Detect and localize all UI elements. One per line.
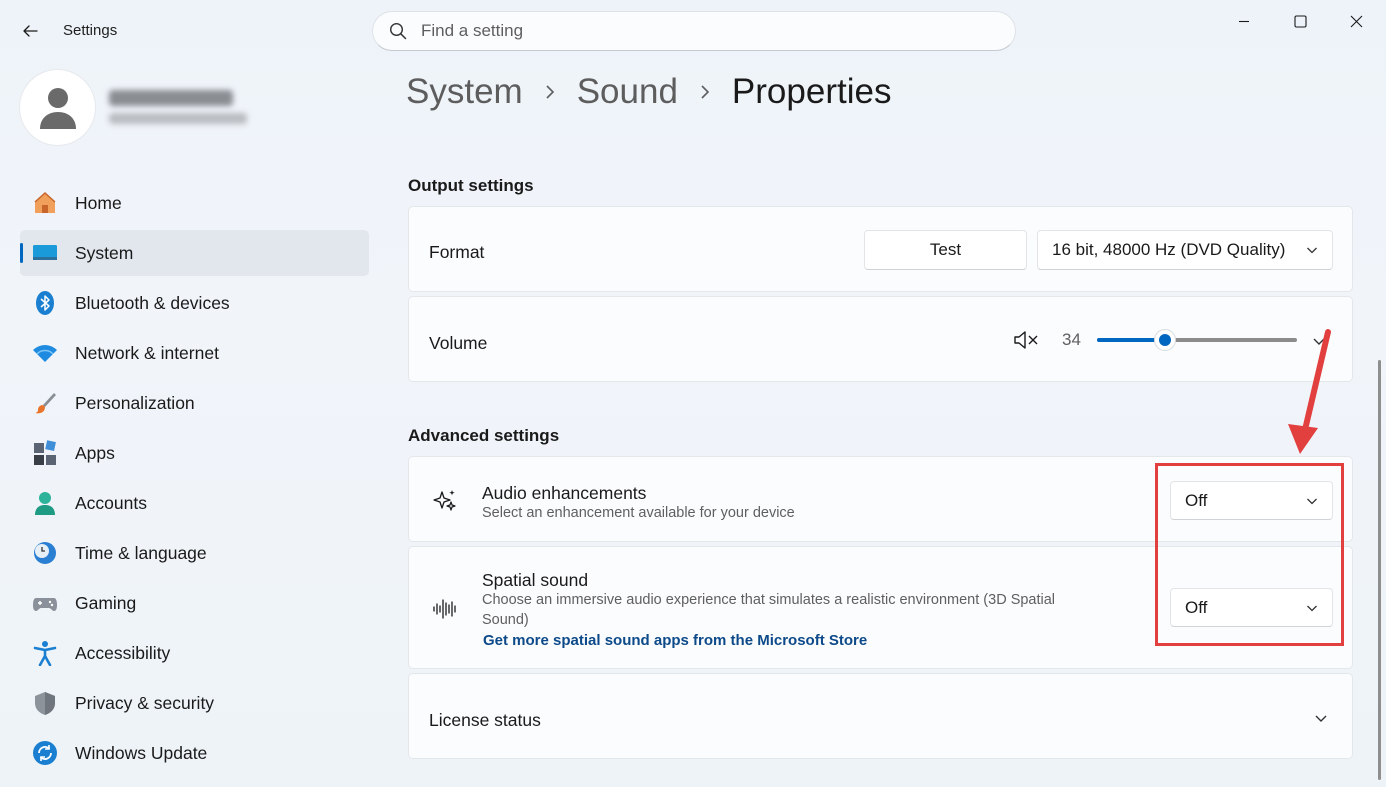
close-button[interactable]	[1334, 6, 1378, 36]
sparkle-icon	[431, 487, 459, 515]
search-input[interactable]	[421, 21, 981, 41]
audio-enhancements-card: Audio enhancements Select an enhancement…	[408, 456, 1353, 542]
sidebar-item-label: Network & internet	[75, 342, 219, 363]
sidebar-item-system[interactable]: System	[20, 230, 369, 276]
sidebar-item-home[interactable]: Home	[20, 180, 369, 226]
sidebar-item-label: Time & language	[75, 542, 207, 563]
license-status-card[interactable]: License status	[408, 673, 1353, 759]
audio-enhancements-description: Select an enhancement available for your…	[482, 505, 795, 521]
app-title: Settings	[63, 22, 118, 39]
scrollbar[interactable]	[1378, 360, 1381, 780]
test-button[interactable]: Test	[864, 230, 1027, 270]
spatial-sound-description: Choose an immersive audio experience tha…	[482, 592, 1056, 628]
sidebar-item-label: System	[75, 242, 134, 263]
format-dropdown-value: 16 bit, 48000 Hz (DVD Quality)	[1052, 240, 1286, 259]
sound-wave-icon	[431, 595, 459, 623]
sidebar-item-label: Apps	[75, 442, 115, 463]
accessibility-icon	[32, 640, 58, 666]
sidebar-item-label: Accounts	[75, 492, 147, 513]
chevron-down-icon	[1307, 498, 1317, 504]
chevron-down-icon	[1307, 247, 1317, 254]
accounts-icon	[32, 490, 58, 516]
speaker-mute-icon	[1014, 331, 1038, 349]
spatial-sound-title: Spatial sound	[482, 570, 589, 590]
chevron-down-icon	[1313, 338, 1325, 345]
advanced-settings-heading: Advanced settings	[408, 426, 560, 445]
format-label: Format	[429, 242, 485, 262]
volume-expand-button[interactable]	[1307, 329, 1331, 353]
sidebar-item-bluetooth[interactable]: Bluetooth & devices	[20, 280, 369, 326]
output-settings-heading: Output settings	[408, 176, 534, 195]
breadcrumb: System Sound Properties	[406, 72, 891, 112]
sidebar-item-label: Gaming	[75, 592, 137, 613]
minimize-button[interactable]	[1222, 6, 1266, 36]
avatar	[20, 70, 95, 145]
spatial-sound-value: Off	[1185, 597, 1208, 617]
minimize-icon	[1239, 20, 1249, 23]
sidebar-item-windows-update[interactable]: Windows Update	[20, 730, 369, 776]
back-arrow-icon	[23, 25, 38, 37]
close-icon	[1350, 15, 1362, 27]
chevron-down-icon	[1307, 605, 1317, 611]
sidebar-item-accessibility[interactable]: Accessibility	[20, 630, 369, 676]
search-icon	[389, 22, 407, 40]
volume-label: Volume	[429, 333, 488, 353]
home-icon	[32, 190, 58, 216]
test-button-label: Test	[929, 240, 962, 259]
volume-slider-thumb[interactable]	[1154, 329, 1176, 351]
sidebar-item-label: Privacy & security	[75, 692, 215, 713]
sidebar-item-gaming[interactable]: Gaming	[20, 580, 369, 626]
shield-icon	[32, 690, 58, 716]
volume-slider[interactable]	[1097, 329, 1297, 351]
page-title: Properties	[731, 72, 892, 111]
license-expand-button[interactable]	[1309, 706, 1333, 730]
brush-icon	[32, 390, 58, 416]
audio-enhancements-dropdown[interactable]: Off	[1170, 481, 1333, 520]
breadcrumb-system[interactable]: System	[406, 72, 523, 112]
spatial-sound-dropdown[interactable]: Off	[1170, 588, 1333, 627]
user-email-redacted	[109, 113, 247, 124]
user-name-redacted	[109, 90, 233, 106]
format-card: Format Test 16 bit, 48000 Hz (DVD Qualit…	[408, 206, 1353, 292]
back-button[interactable]	[14, 16, 46, 46]
sidebar-item-label: Personalization	[75, 392, 195, 413]
sidebar-item-accounts[interactable]: Accounts	[20, 480, 369, 526]
chevron-down-icon	[1315, 715, 1327, 722]
sidebar-item-apps[interactable]: Apps	[20, 430, 369, 476]
sidebar-item-label: Accessibility	[75, 642, 171, 663]
bluetooth-icon	[32, 290, 58, 316]
mute-button[interactable]	[1011, 327, 1041, 353]
sidebar-item-label: Home	[75, 192, 122, 213]
title-bar: Settings	[0, 0, 1386, 60]
sidebar-item-network[interactable]: Network & internet	[20, 330, 369, 376]
volume-value: 34	[1062, 330, 1081, 349]
maximize-button[interactable]	[1278, 6, 1322, 36]
search-box[interactable]	[372, 11, 1016, 51]
breadcrumb-sound[interactable]: Sound	[577, 72, 678, 112]
sidebar-item-label: Windows Update	[75, 742, 208, 763]
apps-icon	[32, 440, 58, 466]
sidebar-nav: Home System Bluetooth & devices Network …	[20, 180, 369, 780]
clock-globe-icon	[32, 540, 58, 566]
sidebar-item-personalization[interactable]: Personalization	[20, 380, 369, 426]
sidebar-item-time-language[interactable]: Time & language	[20, 530, 369, 576]
gamepad-icon	[32, 590, 58, 616]
wifi-icon	[32, 340, 58, 366]
format-dropdown[interactable]: 16 bit, 48000 Hz (DVD Quality)	[1037, 230, 1333, 270]
user-icon	[39, 87, 76, 129]
maximize-icon	[1293, 14, 1307, 28]
sidebar-item-privacy-security[interactable]: Privacy & security	[20, 680, 369, 726]
audio-enhancements-title: Audio enhancements	[482, 483, 647, 503]
microsoft-store-link[interactable]: Get more spatial sound apps from the Mic…	[483, 632, 867, 649]
chevron-right-icon	[545, 84, 555, 100]
chevron-right-icon	[700, 84, 710, 100]
system-icon	[32, 240, 58, 266]
spatial-sound-card: Spatial sound Choose an immersive audio …	[408, 546, 1353, 669]
audio-enhancements-value: Off	[1185, 490, 1208, 510]
license-status-label: License status	[429, 710, 541, 730]
sidebar-item-label: Bluetooth & devices	[75, 292, 230, 313]
update-icon	[32, 740, 58, 766]
volume-card: Volume 34	[408, 296, 1353, 382]
